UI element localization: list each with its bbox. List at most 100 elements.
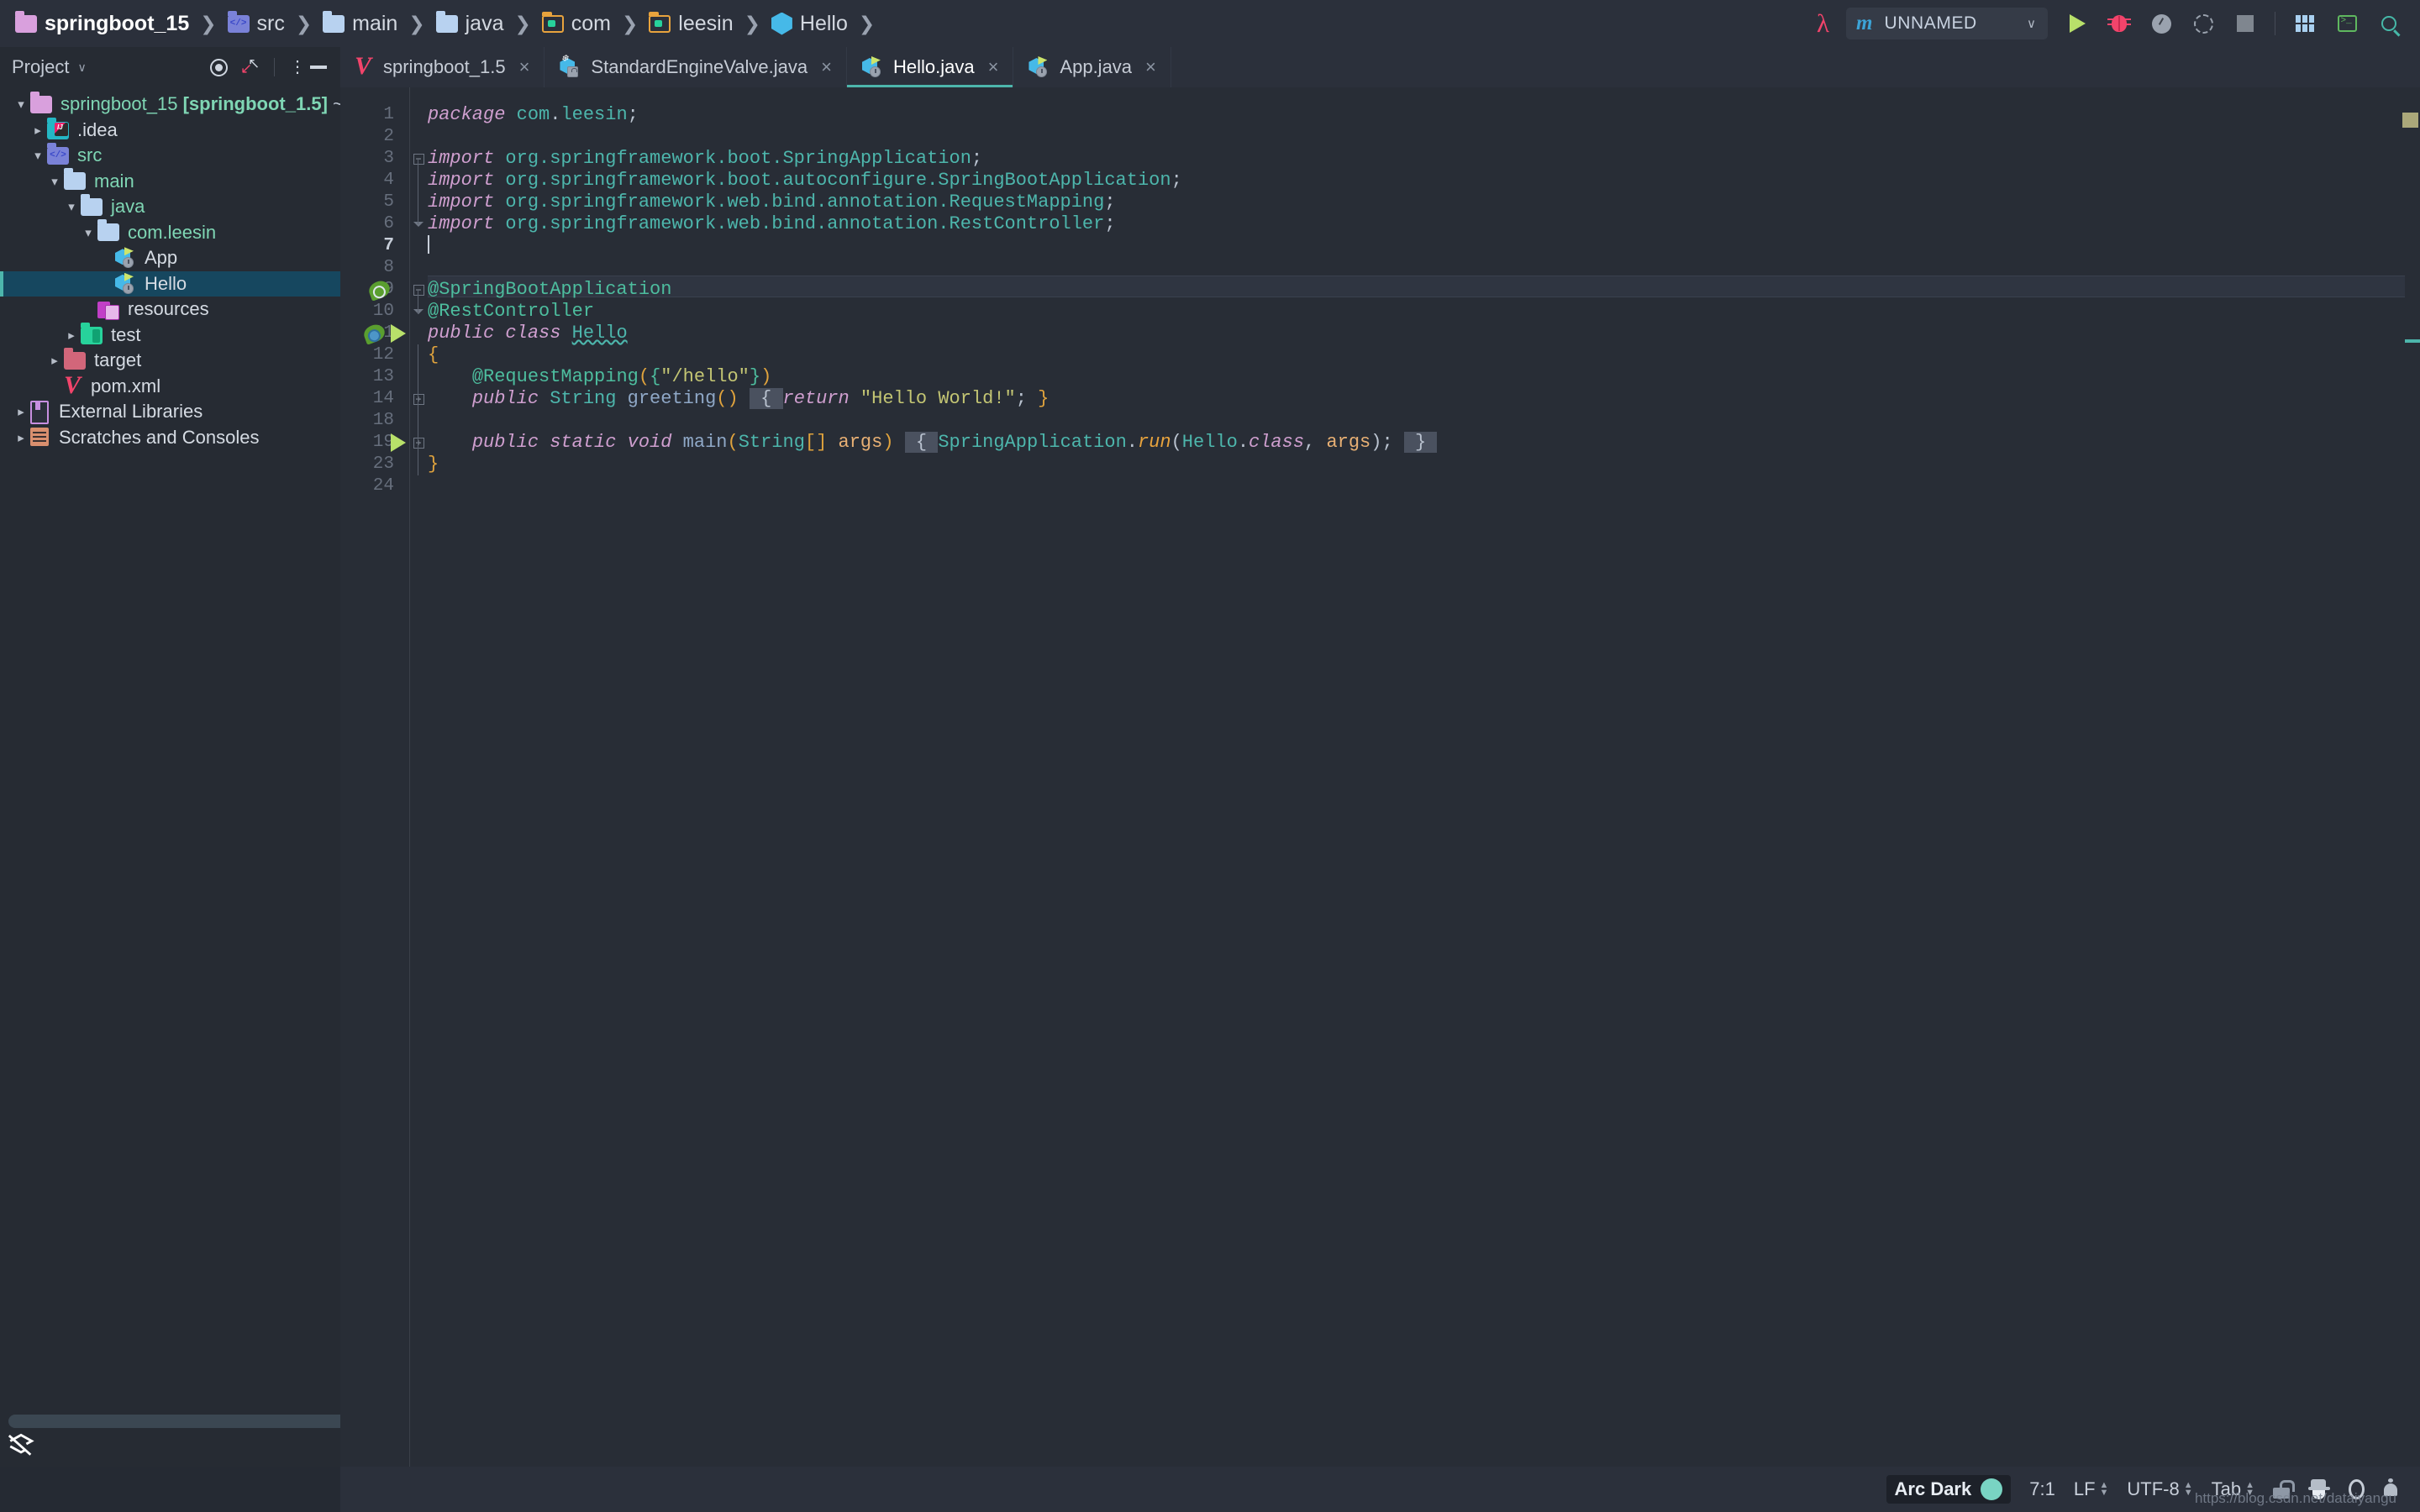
fold-gutter[interactable]: − − + +: [409, 87, 428, 1467]
chevron-right-icon[interactable]: [62, 328, 81, 343]
fold-collapse-icon[interactable]: −: [413, 284, 424, 296]
chevron-down-icon[interactable]: [45, 174, 64, 189]
kebab-menu-icon[interactable]: ⋮: [289, 59, 306, 76]
breadcrumb-item-src[interactable]: src: [227, 0, 285, 47]
code-line-3[interactable]: import org.springframework.boot.SpringAp…: [428, 148, 982, 170]
code-line-5[interactable]: import org.springframework.web.bind.anno…: [428, 192, 1116, 213]
fold-region-expand[interactable]: +: [409, 388, 428, 410]
coverage-button[interactable]: [2191, 11, 2216, 36]
tree-item-resources[interactable]: resources: [0, 297, 340, 323]
code-viewport[interactable]: 123456789101112131418192324 − − + + package…: [340, 87, 2420, 1467]
run-gutter-icon[interactable]: [391, 433, 406, 452]
close-icon[interactable]: ×: [821, 56, 832, 78]
tree-item-java[interactable]: java: [0, 193, 340, 220]
tree-item-test[interactable]: test: [0, 322, 340, 349]
layers-off-icon[interactable]: [7, 1430, 35, 1458]
code-line-14[interactable]: public String greeting() { return "Hello…: [428, 388, 1049, 410]
code-line-23[interactable]: }: [428, 454, 439, 475]
fold-end-icon[interactable]: [413, 222, 424, 227]
run-button[interactable]: [2065, 11, 2090, 36]
editor-tab-springboot-1.5[interactable]: springboot_1.5 ×: [340, 47, 545, 87]
test-folder-icon: [81, 322, 103, 344]
run-gutter-icon[interactable]: [391, 324, 406, 343]
tree-item-src[interactable]: src: [0, 142, 340, 169]
line-number-gutter[interactable]: 123456789101112131418192324: [340, 87, 409, 1467]
stop-button[interactable]: [2233, 11, 2258, 36]
tree-item-external-libraries[interactable]: External Libraries: [0, 399, 340, 425]
code-line-13[interactable]: @RequestMapping({"/hello"}): [428, 366, 771, 388]
spring-config-icon[interactable]: [366, 278, 392, 302]
line-separator[interactable]: LF ▲ ▼: [2074, 1478, 2109, 1500]
search-button[interactable]: [2376, 11, 2402, 36]
close-icon[interactable]: ×: [519, 56, 530, 78]
fold-region-expand[interactable]: +: [409, 432, 428, 454]
close-icon[interactable]: ×: [988, 56, 999, 78]
chevron-right-icon[interactable]: [45, 353, 64, 368]
debug-button[interactable]: [2107, 11, 2132, 36]
fold-region-end[interactable]: [409, 213, 428, 235]
minimize-icon[interactable]: [310, 66, 327, 69]
lambda-icon[interactable]: λ: [1817, 8, 1829, 39]
warning-marker[interactable]: [2402, 113, 2418, 128]
tree-item-hello[interactable]: Hello: [0, 270, 340, 297]
code-line-10[interactable]: @RestController: [428, 301, 594, 323]
run-configuration-selector[interactable]: m UNNAMED ∨: [1846, 8, 2048, 39]
tree-item-springboot-15[interactable]: springboot_15 [springboot_1.5] ~/intelli…: [0, 91, 545, 118]
tree-item-app[interactable]: App: [0, 245, 340, 271]
code-line-12[interactable]: {: [428, 344, 439, 366]
breadcrumb-item-springboot-15[interactable]: springboot_15: [15, 0, 189, 47]
chevron-down-icon[interactable]: [79, 225, 97, 240]
breadcrumb-item-hello[interactable]: Hello: [771, 0, 848, 47]
breadcrumb-item-leesin[interactable]: leesin: [649, 0, 734, 47]
tree-item-pom.xml[interactable]: pom.xml: [0, 373, 340, 400]
editor-tab-standardenginevalve.java[interactable]: ❄ StandardEngineValve.java ×: [544, 47, 847, 87]
breadcrumb-item-com[interactable]: com: [541, 0, 611, 47]
code-line-4[interactable]: import org.springframework.boot.autoconf…: [428, 170, 1182, 192]
tree-item-.idea[interactable]: .idea: [0, 117, 340, 144]
code-line-7[interactable]: [428, 235, 429, 257]
collapse-arrows-icon[interactable]: [240, 55, 260, 77]
spring-bean-icon[interactable]: [361, 322, 387, 345]
editor-tab-hello.java[interactable]: Hello.java ×: [846, 47, 1014, 87]
breadcrumb-item-main[interactable]: main: [323, 0, 397, 47]
code-line-19[interactable]: public static void main(String[] args) {…: [428, 432, 1438, 454]
terminal-button[interactable]: [2334, 11, 2360, 36]
chevron-down-icon[interactable]: [29, 148, 47, 163]
fold-expand-icon[interactable]: +: [413, 437, 424, 449]
fold-region-collapse[interactable]: −: [409, 148, 428, 170]
breadcrumb-item-java[interactable]: java: [435, 0, 503, 47]
fold-region-end[interactable]: [409, 301, 428, 323]
caret-position[interactable]: 7:1: [2029, 1478, 2055, 1500]
close-icon[interactable]: ×: [1145, 56, 1156, 78]
file-encoding[interactable]: UTF-8 ▲ ▼: [2127, 1478, 2192, 1500]
code-line-1[interactable]: package com.leesin;: [428, 104, 639, 126]
chevron-down-icon[interactable]: ∨: [2027, 16, 2036, 31]
tree-item-com.leesin[interactable]: com.leesin: [0, 219, 340, 246]
chevron-right-icon[interactable]: [12, 404, 30, 419]
chevron-down-icon[interactable]: ∨: [77, 60, 86, 75]
tree-item-target[interactable]: target: [0, 347, 340, 374]
fold-expand-icon[interactable]: +: [413, 393, 424, 405]
chevron-down-icon[interactable]: [12, 97, 30, 112]
code-text[interactable]: package com.leesin; import org.springfram…: [428, 87, 2405, 1467]
caret-marker[interactable]: [2405, 339, 2420, 343]
code-line-6[interactable]: import org.springframework.web.bind.anno…: [428, 213, 1116, 235]
resources-folder-icon: [97, 300, 119, 320]
target-icon[interactable]: [210, 58, 228, 76]
tree-item-main[interactable]: main: [0, 168, 340, 195]
code-line-11[interactable]: public class Hello: [428, 323, 628, 344]
status-bar: Arc Dark 7:1 LF ▲ ▼ UTF-8 ▲ ▼ Tab ▲ ▼: [340, 1467, 2420, 1512]
fold-region-collapse[interactable]: −: [409, 279, 428, 301]
chevron-down-icon[interactable]: [62, 199, 81, 214]
fold-collapse-icon[interactable]: −: [413, 153, 424, 165]
tree-item-scratches-and-consoles[interactable]: Scratches and Consoles: [0, 425, 340, 451]
theme-indicator[interactable]: Arc Dark: [1886, 1475, 2012, 1504]
chevron-right-icon[interactable]: [29, 123, 47, 138]
profile-button[interactable]: [2149, 11, 2174, 36]
fold-end-icon[interactable]: [413, 309, 424, 314]
editor-tab-app.java[interactable]: App.java ×: [1013, 47, 1171, 87]
code-line-9[interactable]: @SpringBootApplication: [428, 279, 671, 301]
marker-bar[interactable]: [2402, 87, 2420, 1467]
chevron-right-icon[interactable]: [12, 430, 30, 445]
layout-button[interactable]: [2292, 11, 2317, 36]
